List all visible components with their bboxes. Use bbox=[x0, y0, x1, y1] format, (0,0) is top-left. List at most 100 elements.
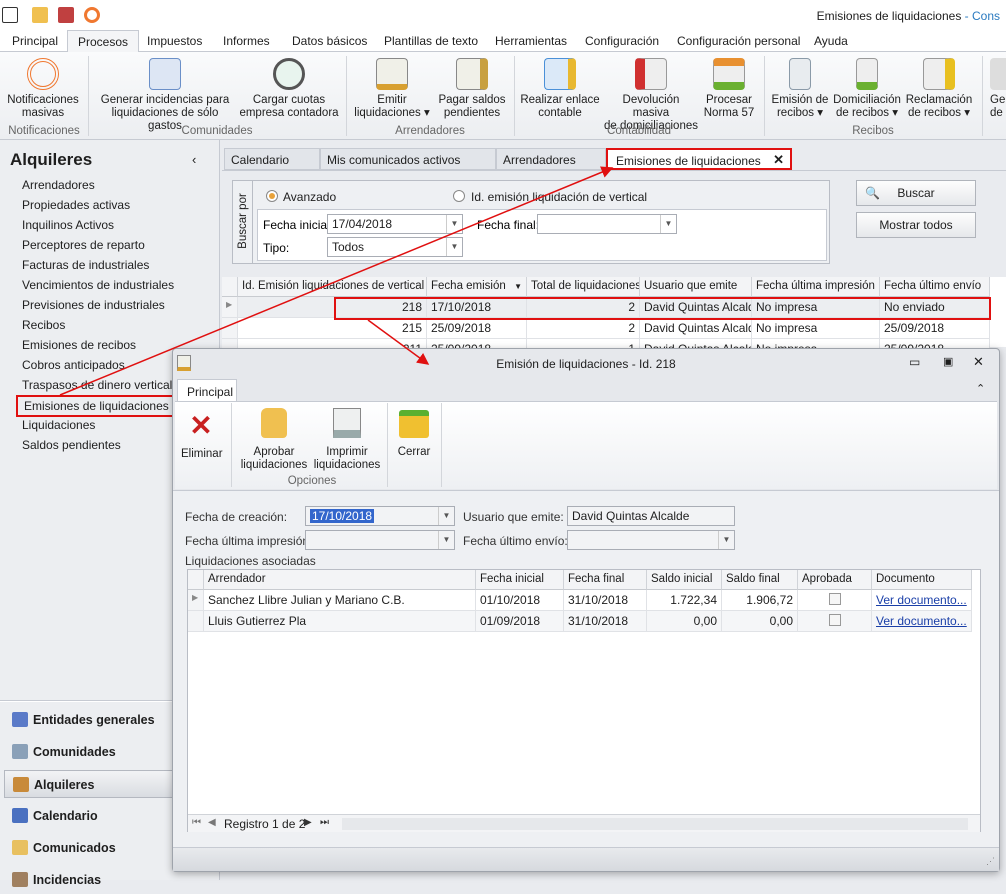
ge-button[interactable]: Ge de bbox=[990, 58, 1006, 120]
table-cell[interactable]: 0,00 bbox=[722, 611, 798, 632]
emitir-liquidaciones-button[interactable]: Emitir liquidaciones ▾ bbox=[352, 58, 432, 120]
collapse-chevron-icon[interactable]: ‹ bbox=[192, 152, 196, 167]
imprimir-button[interactable]: Imprimir liquidaciones bbox=[311, 408, 383, 472]
column-header[interactable]: Aprobada bbox=[798, 570, 872, 590]
tab-informes[interactable]: Informes bbox=[223, 34, 270, 48]
table-cell[interactable]: 0,00 bbox=[647, 611, 722, 632]
chevron-down-icon[interactable]: ▼ bbox=[438, 531, 454, 549]
realizar-enlace-button[interactable]: Realizar enlace contable bbox=[518, 58, 602, 120]
table-cell[interactable]: No impresa bbox=[752, 297, 880, 318]
table-cell[interactable]: 2 bbox=[527, 318, 640, 339]
column-header[interactable]: Fecha inicial bbox=[476, 570, 564, 590]
table-cell[interactable]: 25/09/2018 bbox=[427, 318, 527, 339]
column-header[interactable]: Saldo final bbox=[722, 570, 798, 590]
tab-ayuda[interactable]: Ayuda bbox=[814, 34, 848, 48]
table-cell[interactable]: 1.722,34 bbox=[647, 590, 722, 611]
table-cell[interactable]: 2 bbox=[527, 297, 640, 318]
minimize-icon[interactable]: ▭ bbox=[909, 355, 920, 369]
notificaciones-masivas-button[interactable]: Notificaciones masivas bbox=[4, 58, 82, 120]
column-header[interactable]: Fecha último envío bbox=[880, 277, 990, 297]
mail-icon[interactable] bbox=[32, 7, 48, 23]
doc-tab-arrendadores[interactable]: Arrendadores bbox=[496, 148, 606, 170]
fecha-inicial-field[interactable]: 17/04/2018 ▼ bbox=[327, 214, 463, 234]
fecha-impresion-field[interactable]: ▼ bbox=[305, 530, 455, 550]
sidebar-item[interactable]: Arrendadores bbox=[22, 178, 95, 192]
tab-plantillas[interactable]: Plantillas de texto bbox=[384, 34, 478, 48]
aprobar-button[interactable]: Aprobar liquidaciones bbox=[239, 408, 309, 472]
tab-configuracion[interactable]: Configuración bbox=[585, 34, 659, 48]
table-cell[interactable]: David Quintas Alcalde bbox=[640, 297, 752, 318]
chevron-down-icon[interactable]: ▼ bbox=[718, 531, 734, 549]
devolucion-masiva-button[interactable]: Devolución masiva de domiciliaciones bbox=[604, 58, 698, 133]
collapse-ribbon-icon[interactable]: ⌃ bbox=[976, 382, 985, 395]
aprobada-checkbox[interactable] bbox=[828, 614, 841, 626]
sidebar-item[interactable]: Cobros anticipados bbox=[22, 358, 125, 372]
row-indicator[interactable]: ▶ bbox=[222, 297, 238, 318]
fecha-envio-field[interactable]: ▼ bbox=[567, 530, 735, 550]
table-cell[interactable]: 31/10/2018 bbox=[564, 590, 647, 611]
table-cell[interactable]: David Quintas Alcalde bbox=[640, 318, 752, 339]
column-header[interactable]: Fecha final bbox=[564, 570, 647, 590]
table-cell[interactable]: 1.906,72 bbox=[722, 590, 798, 611]
aprobada-checkbox[interactable] bbox=[828, 593, 841, 605]
clipboard-icon[interactable] bbox=[58, 7, 74, 23]
column-header[interactable]: Fecha última impresión bbox=[752, 277, 880, 297]
column-header[interactable]: Saldo inicial bbox=[647, 570, 722, 590]
chevron-down-icon[interactable]: ▼ bbox=[438, 507, 454, 525]
row-indicator[interactable] bbox=[188, 611, 204, 632]
column-header[interactable]: Id. Emisión liquidaciones de vertical bbox=[238, 277, 427, 297]
column-header[interactable]: Usuario que emite bbox=[640, 277, 752, 297]
doc-tab-comunicados[interactable]: Mis comunicados activos bbox=[320, 148, 496, 170]
last-record-icon[interactable]: ⏭ bbox=[320, 817, 329, 828]
fecha-creacion-field[interactable]: 17/10/2018 ▼ bbox=[305, 506, 455, 526]
horizontal-scrollbar[interactable] bbox=[342, 818, 968, 830]
chevron-down-icon[interactable]: ▼ bbox=[446, 238, 462, 256]
table-cell[interactable]: 218 bbox=[238, 297, 427, 318]
tab-principal[interactable]: Principal bbox=[12, 34, 58, 48]
sidebar-item[interactable]: Recibos bbox=[22, 318, 65, 332]
tab-configuracion-personal[interactable]: Configuración personal bbox=[677, 34, 800, 48]
first-record-icon[interactable]: ⏮ bbox=[192, 817, 201, 828]
tipo-select[interactable]: Todos ▼ bbox=[327, 237, 463, 257]
broadcast-icon[interactable] bbox=[84, 7, 100, 23]
table-cell[interactable]: 31/10/2018 bbox=[564, 611, 647, 632]
ver-documento-link[interactable]: Ver documento... bbox=[876, 593, 967, 607]
close-icon[interactable]: ✕ bbox=[773, 152, 784, 168]
column-header[interactable]: Fecha emisión ▼ bbox=[427, 277, 527, 297]
next-record-icon[interactable]: ▶ bbox=[304, 817, 312, 828]
radio-id-emision[interactable] bbox=[453, 190, 465, 202]
table-cell[interactable]: 01/10/2018 bbox=[476, 590, 564, 611]
chevron-down-icon[interactable]: ▼ bbox=[446, 215, 462, 233]
chevron-down-icon[interactable]: ▼ bbox=[660, 215, 676, 233]
tab-principal[interactable]: Principal bbox=[177, 379, 237, 402]
cargar-cuotas-button[interactable]: Cargar cuotas empresa contadora bbox=[238, 58, 340, 120]
sidebar-item[interactable]: Emisiones de liquidaciones bbox=[16, 395, 177, 417]
sidebar-item[interactable]: Saldos pendientes bbox=[22, 438, 121, 452]
sidebar-item[interactable]: Facturas de industriales bbox=[22, 258, 149, 272]
table-cell[interactable]: 01/09/2018 bbox=[476, 611, 564, 632]
sidebar-item[interactable]: Emisiones de recibos bbox=[22, 338, 136, 352]
cerrar-button[interactable]: Cerrar bbox=[391, 410, 437, 458]
generar-incidencias-button[interactable]: Generar incidencias para liquidaciones de… bbox=[94, 58, 236, 133]
tab-procesos[interactable]: Procesos bbox=[67, 30, 140, 53]
close-icon[interactable]: ✕ bbox=[973, 354, 984, 370]
column-header[interactable]: Total de liquidaciones bbox=[527, 277, 640, 297]
maximize-icon[interactable]: ▣ bbox=[943, 355, 953, 368]
tab-datos-basicos[interactable]: Datos básicos bbox=[292, 34, 367, 48]
fecha-final-field[interactable]: ▼ bbox=[537, 214, 677, 234]
sidebar-item[interactable]: Liquidaciones bbox=[22, 418, 95, 432]
tab-impuestos[interactable]: Impuestos bbox=[147, 34, 202, 48]
table-cell[interactable]: 25/09/2018 bbox=[880, 318, 990, 339]
table-cell[interactable]: 215 bbox=[238, 318, 427, 339]
doc-tab-calendario[interactable]: Calendario bbox=[224, 148, 320, 170]
prev-record-icon[interactable]: ◀ bbox=[208, 817, 216, 828]
pagar-saldos-button[interactable]: Pagar saldos pendientes bbox=[434, 58, 510, 120]
row-indicator[interactable]: ▶ bbox=[188, 590, 204, 611]
sidebar-item[interactable]: Propiedades activas bbox=[22, 198, 130, 212]
domiciliacion-recibos-button[interactable]: Domiciliación de recibos ▾ bbox=[832, 58, 902, 120]
sidebar-item[interactable]: Previsiones de industriales bbox=[22, 298, 165, 312]
tab-herramientas[interactable]: Herramientas bbox=[495, 34, 567, 48]
reclamacion-recibos-button[interactable]: Reclamación de recibos ▾ bbox=[904, 58, 974, 120]
table-cell[interactable]: No enviado bbox=[880, 297, 990, 318]
sidebar-item[interactable]: Traspasos de dinero vertical in bbox=[22, 378, 185, 392]
